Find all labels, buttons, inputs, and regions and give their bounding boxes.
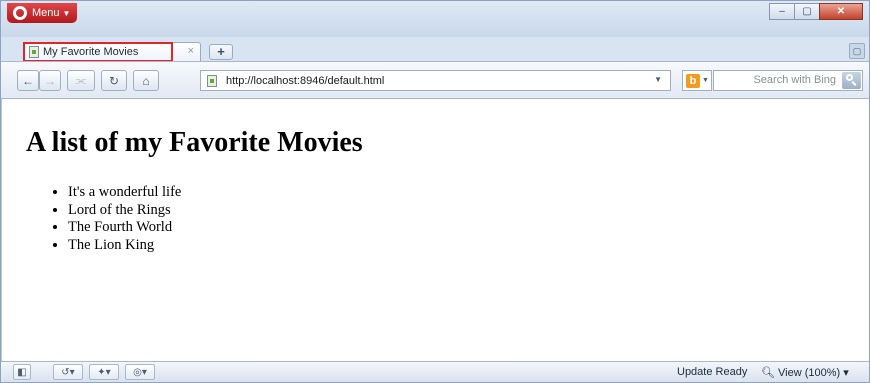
address-text: http://localhost:8946/default.html: [226, 74, 385, 87]
search-input[interactable]: Search with Bing: [713, 70, 863, 91]
page-icon: [29, 46, 39, 58]
close-window-button[interactable]: ✕: [819, 3, 863, 20]
search-icon[interactable]: [842, 72, 861, 89]
minimize-button[interactable]: –: [769, 3, 795, 20]
turbo-icon: ◎▾: [133, 366, 147, 378]
chevron-down-icon[interactable]: ▼: [654, 75, 662, 84]
opera-menu-button[interactable]: Menu ▼: [7, 3, 77, 23]
tab-menu-button[interactable]: ▢: [849, 43, 865, 59]
browser-window: Menu ▼ – ▢ ✕ My Favorite Movies × + ▢ ← …: [0, 0, 870, 383]
tab-title-highlight: My Favorite Movies: [23, 42, 173, 62]
navigation-toolbar: ← → ⫘ ↻ ⌂ http://localhost:8946/default.…: [1, 61, 869, 99]
zoom-icon: 🔍︎: [761, 367, 775, 379]
chevron-down-icon: ▼: [702, 77, 709, 84]
update-status[interactable]: Update Ready: [677, 366, 747, 378]
menu-label: Menu: [32, 7, 60, 19]
forward-arrow-icon: →: [44, 73, 56, 88]
window-controls: – ▢ ✕: [769, 3, 863, 20]
back-arrow-icon: ←: [22, 73, 34, 88]
chevron-down-icon: ▼: [62, 8, 71, 18]
home-icon: ⌂: [142, 73, 150, 88]
sync-icon: ↺▾: [61, 366, 75, 378]
list-item: Lord of the Rings: [68, 202, 181, 220]
panel-icon: ◧: [17, 366, 27, 378]
chevron-down-icon: ▾: [843, 367, 849, 379]
title-bar: Menu ▼ – ▢ ✕: [1, 1, 869, 37]
reload-button[interactable]: ↻: [101, 70, 127, 91]
reload-icon: ↻: [108, 73, 120, 88]
unite-icon: ✦▾: [97, 366, 111, 378]
tab-bar: My Favorite Movies × + ▢: [1, 37, 869, 62]
page-content: A list of my Favorite Movies It's a wond…: [1, 99, 869, 361]
new-tab-button[interactable]: +: [209, 44, 233, 60]
bing-icon: b: [686, 73, 700, 88]
maximize-button[interactable]: ▢: [794, 3, 820, 20]
tab-title: My Favorite Movies: [43, 46, 139, 58]
back-button[interactable]: ←: [17, 70, 39, 91]
search-engine-selector[interactable]: b ▼: [682, 70, 712, 91]
home-button[interactable]: ⌂: [133, 70, 159, 91]
address-bar[interactable]: http://localhost:8946/default.html ▼: [200, 70, 671, 91]
panel-toggle-button[interactable]: ◧: [13, 364, 31, 380]
tab-my-favorite-movies[interactable]: My Favorite Movies ×: [23, 42, 201, 62]
unite-button[interactable]: ✦▾: [89, 364, 119, 380]
movie-list: It's a wonderful life Lord of the Rings …: [50, 184, 181, 254]
page-heading: A list of my Favorite Movies: [26, 127, 363, 158]
list-item: The Fourth World: [68, 219, 181, 237]
close-tab-icon[interactable]: ×: [188, 45, 194, 57]
status-bar: ◧ ↺▾ ✦▾ ◎▾ Update Ready 🔍︎ View (100%) ▾: [1, 361, 869, 382]
opera-logo-icon: [13, 6, 27, 20]
search-placeholder: Search with Bing: [753, 74, 836, 86]
forward-button[interactable]: →: [39, 70, 61, 91]
list-item: The Lion King: [68, 237, 181, 255]
turbo-button[interactable]: ◎▾: [125, 364, 155, 380]
zoom-control[interactable]: 🔍︎ View (100%) ▾: [761, 366, 849, 379]
sync-button[interactable]: ↺▾: [53, 364, 83, 380]
zoom-label: View (100%): [778, 367, 841, 379]
key-icon: ⫘: [75, 73, 87, 87]
key-button[interactable]: ⫘: [67, 70, 95, 91]
page-icon: [207, 74, 217, 87]
list-item: It's a wonderful life: [68, 184, 181, 202]
